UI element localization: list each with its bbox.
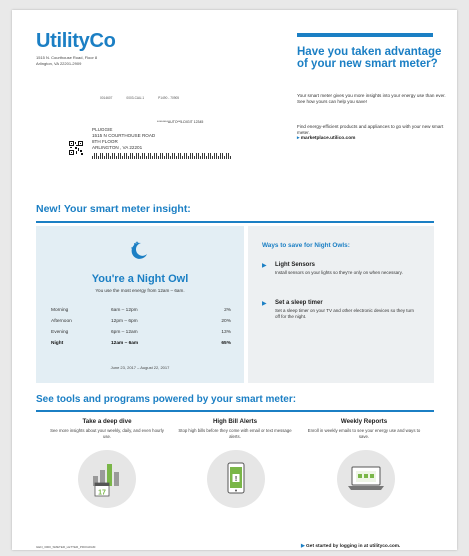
tool-weekly-reports: Weekly Reports Enroll in weekly emails t… xyxy=(299,416,429,439)
insight-section-title: New! Your smart meter insight: xyxy=(36,203,191,215)
phone-alert-icon: ! xyxy=(207,450,265,508)
marketplace-link-text[interactable]: marketplace.utilico.com xyxy=(301,136,356,141)
return-address-line: Arlington, VA 22201-2909 xyxy=(36,60,82,66)
usage-period: Afternoon xyxy=(51,319,72,324)
usage-time: 12am – 6am xyxy=(111,341,139,346)
mailing-codes: 0014607 0003-CAU-1 P1490 - 70905 xyxy=(100,96,179,100)
tool-deep-dive: Take a deep dive See more insights about… xyxy=(42,416,172,439)
ways-title: Ways to save for Night Owls: xyxy=(262,242,350,249)
usage-time: 12pm – 6pm xyxy=(111,319,138,324)
bullet-arrow-icon: ▶ xyxy=(262,263,267,269)
arrow-icon: ▸ xyxy=(297,136,300,141)
recipient-address: PLUGGIE 1515 N COURTHOUSE ROAD 8TH FLOOR… xyxy=(92,127,155,151)
login-cta-text[interactable]: Get started by logging in at utilityco.c… xyxy=(306,544,400,549)
usage-pct: 13% xyxy=(221,330,231,335)
usage-time: 6am – 12pm xyxy=(111,308,138,313)
section-divider xyxy=(36,410,434,412)
tool-title: Weekly Reports xyxy=(340,418,388,425)
tip-description: Set a sleep timer on your TV and other e… xyxy=(275,308,414,319)
mailing-code: P1490 - 70905 xyxy=(158,96,180,100)
tip-title: Set a sleep timer xyxy=(275,300,323,306)
return-address: 1515 N. Courthouse Road, Floor 8 Arlingt… xyxy=(36,55,97,66)
promo-body: Your smart meter gives you more insights… xyxy=(297,93,446,105)
tool-high-bill-alerts: High Bill Alerts Stop high bills before … xyxy=(170,416,300,439)
usage-pct: 20% xyxy=(221,319,231,324)
promo-title: Have you taken advantage of your new sma… xyxy=(297,46,442,70)
tool-description: See more insights about your weekly, dai… xyxy=(50,428,164,439)
usage-row: Evening 6pm – 12am 13% xyxy=(51,327,231,338)
bar-chart-calendar-icon: 17 xyxy=(78,450,136,508)
usage-row: Morning 6am – 12pm 2% xyxy=(51,305,231,316)
marketplace-link[interactable]: ▸ marketplace.utilico.com xyxy=(297,136,355,141)
usage-pct: 2% xyxy=(224,308,231,313)
night-owl-subtitle: You use the most energy from 12am – 6am. xyxy=(95,288,185,293)
auto-digit-line: ********AUTO**5-DIGIT 12345 xyxy=(157,120,204,124)
usage-table: Morning 6am – 12pm 2% Afternoon 12pm – 6pm 20… xyxy=(51,305,231,349)
moon-stars-icon xyxy=(131,241,147,259)
night-owl-title: You're a Night Owl xyxy=(91,273,189,285)
qr-code-icon xyxy=(69,141,83,155)
return-address-line: 1515 N. Courthouse Road, Floor 8 xyxy=(36,55,98,60)
section-divider xyxy=(36,221,434,223)
tip-description: Install sensors on your lights so they'r… xyxy=(275,270,403,275)
laptop-report-icon xyxy=(337,450,395,508)
footer-code: GEN_3000_SMETER_LETTER_PROGRAM xyxy=(36,545,96,549)
tool-description: Stop high bills before they come with em… xyxy=(178,428,292,439)
tool-title: High Bill Alerts xyxy=(212,418,258,425)
night-owl-panel: You're a Night Owl You use the most ener… xyxy=(36,226,244,383)
letter-page: UtilityCo 1515 N. Courthouse Road, Floor… xyxy=(12,10,457,550)
usage-period: Morning xyxy=(51,308,69,313)
usage-period: Night xyxy=(51,341,64,346)
postal-barcode xyxy=(92,153,231,159)
usage-time: 6pm – 12am xyxy=(111,330,138,335)
utilityco-logo: UtilityCo xyxy=(36,30,116,52)
arrow-icon: ▶ xyxy=(301,544,305,549)
tools-section-title: See tools and programs powered by your s… xyxy=(36,394,297,405)
login-cta[interactable]: ▶ Get started by logging in at utilityco… xyxy=(301,544,400,549)
usage-row: Night 12am – 6am 65% xyxy=(51,338,231,349)
mailing-code: 0014607 xyxy=(100,96,113,100)
calendar-day: 17 xyxy=(98,490,106,497)
date-range: June 23, 2017 – August 22, 2017 xyxy=(110,365,170,370)
tip-title: Light Sensors xyxy=(275,262,316,268)
usage-pct: 65% xyxy=(221,341,231,346)
usage-row: Afternoon 12pm – 6pm 20% xyxy=(51,316,231,327)
ways-to-save-panel: Ways to save for Night Owls: ▶ Light Sen… xyxy=(248,226,434,383)
address-line: ARLINGTON , VA 22201 xyxy=(92,145,143,150)
alert-mark: ! xyxy=(235,476,237,483)
mailing-code: 0003-CAU-1 xyxy=(126,96,145,100)
promo-accent-bar xyxy=(297,33,433,37)
bullet-arrow-icon: ▶ xyxy=(262,301,267,307)
tool-title: Take a deep dive xyxy=(82,418,132,425)
usage-period: Evening xyxy=(51,330,69,335)
promo-body-2: Find energy-efficient products and appli… xyxy=(297,124,444,136)
tool-description: Enroll in weekly emails to see your ener… xyxy=(307,428,421,439)
